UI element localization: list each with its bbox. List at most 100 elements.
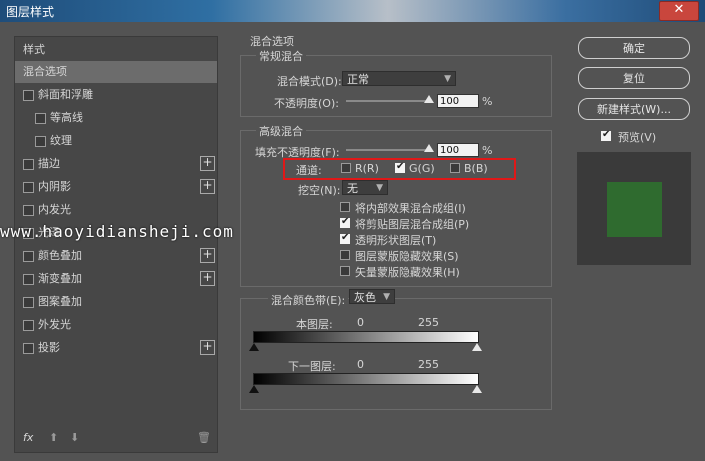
section-title-blending-options: 混合选项	[250, 35, 294, 48]
window-title: 图层样式	[6, 5, 55, 19]
advanced-blending-title: 高级混合	[256, 123, 306, 139]
add-icon[interactable]: +	[200, 340, 215, 355]
channel-r-label: R(R)	[355, 162, 379, 175]
blend-if-group	[240, 298, 552, 410]
style-checkbox[interactable]	[23, 90, 34, 101]
trash-icon[interactable]: 🗑	[197, 431, 211, 444]
style-preview	[577, 152, 691, 265]
blend-if-select[interactable]: 灰色 ▼	[349, 289, 395, 304]
preview-label: 预览(V)	[618, 131, 657, 144]
this-layer-min: 0	[357, 316, 364, 329]
style-item-label: 图案叠加	[38, 295, 82, 308]
underlying-layer-label: 下一图层:	[288, 360, 336, 373]
style-item-texture[interactable]: 纹理	[15, 130, 217, 152]
chevron-down-icon: ▼	[383, 292, 390, 302]
option-checkbox-blend-interior[interactable]	[340, 202, 350, 212]
chevron-down-icon: ▼	[376, 183, 383, 193]
style-checkbox[interactable]	[23, 182, 34, 193]
fill-opacity-unit: %	[482, 144, 493, 157]
title-bar: 图层样式 ✕	[0, 0, 705, 22]
option-checkbox-vector-mask-hides[interactable]	[340, 266, 350, 276]
option-checkbox-transparency-shapes[interactable]	[340, 232, 350, 244]
channel-r-checkbox[interactable]	[341, 163, 351, 173]
underlying-layer-max: 255	[418, 358, 439, 371]
style-list-header: 样式	[23, 43, 45, 56]
option-checkbox-layer-mask-hides[interactable]	[340, 250, 350, 260]
style-item-label: 内发光	[38, 203, 71, 216]
style-checkbox[interactable]	[35, 113, 46, 124]
new-style-button[interactable]: 新建样式(W)...	[578, 98, 690, 120]
blend-if-label: 混合颜色带(E):	[268, 292, 349, 308]
style-checkbox[interactable]	[23, 251, 34, 262]
opacity-unit: %	[482, 95, 493, 108]
close-button[interactable]: ✕	[659, 1, 699, 21]
add-icon[interactable]: +	[200, 179, 215, 194]
fill-opacity-input[interactable]: 100	[437, 143, 479, 157]
style-item-label: 等高线	[50, 111, 83, 124]
ok-button[interactable]: 确定	[578, 37, 690, 59]
option-label: 将内部效果混合成组(I)	[355, 202, 466, 215]
this-layer-label: 本图层:	[296, 318, 333, 331]
move-up-icon[interactable]: ⬆	[49, 431, 58, 444]
option-label: 将剪贴图层混合成组(P)	[355, 218, 470, 231]
style-list: 样式 混合选项 斜面和浮雕 等高线 纹理 描边 + 内阴影 + 内发光 光泽 颜…	[14, 36, 218, 453]
knockout-label: 挖空(N):	[298, 184, 341, 197]
style-item-outer-glow[interactable]: 外发光	[15, 314, 217, 336]
preview-checkbox[interactable]	[601, 129, 611, 141]
chevron-down-icon: ▼	[444, 74, 451, 84]
style-checkbox[interactable]	[23, 274, 34, 285]
opacity-slider[interactable]	[346, 100, 432, 102]
channel-b-checkbox[interactable]	[450, 163, 460, 173]
opacity-label: 不透明度(O):	[274, 97, 339, 110]
option-checkbox-blend-clipped[interactable]	[340, 216, 350, 228]
style-item-gradient-overlay[interactable]: 渐变叠加 +	[15, 268, 217, 290]
style-item-label: 渐变叠加	[38, 272, 82, 285]
this-layer-gradient	[253, 331, 479, 343]
option-label: 透明形状图层(T)	[355, 234, 437, 247]
add-icon[interactable]: +	[200, 156, 215, 171]
style-item-label: 投影	[38, 341, 60, 354]
blend-mode-label: 混合模式(D):	[277, 75, 342, 88]
move-down-icon[interactable]: ⬇	[70, 431, 79, 444]
option-label: 矢量蒙版隐藏效果(H)	[355, 266, 460, 279]
style-item-color-overlay[interactable]: 颜色叠加 +	[15, 245, 217, 267]
knockout-select[interactable]: 无 ▼	[342, 180, 388, 195]
style-list-footer: fx ⬆ ⬇ 🗑	[15, 427, 217, 451]
style-item-stroke[interactable]: 描边 +	[15, 153, 217, 175]
style-checkbox[interactable]	[23, 297, 34, 308]
underlying-layer-black-handle[interactable]	[249, 385, 259, 393]
style-checkbox[interactable]	[23, 159, 34, 170]
channel-g-checkbox[interactable]	[395, 161, 405, 173]
channels-label: 通道:	[296, 164, 322, 177]
add-icon[interactable]: +	[200, 248, 215, 263]
style-item-label: 颜色叠加	[38, 249, 82, 262]
style-checkbox[interactable]	[35, 136, 46, 147]
fill-opacity-slider-handle[interactable]	[424, 144, 434, 152]
this-layer-max: 255	[418, 316, 439, 329]
reset-button[interactable]: 复位	[578, 67, 690, 89]
this-layer-white-handle[interactable]	[472, 343, 482, 351]
style-item-blending-options[interactable]: 混合选项	[15, 61, 217, 83]
preview-swatch	[607, 182, 662, 237]
style-checkbox[interactable]	[23, 343, 34, 354]
style-checkbox[interactable]	[23, 320, 34, 331]
blend-mode-select[interactable]: 正常 ▼	[342, 71, 456, 86]
channel-g-label: G(G)	[409, 162, 435, 175]
style-item-pattern-overlay[interactable]: 图案叠加	[15, 291, 217, 313]
style-checkbox[interactable]	[23, 205, 34, 216]
style-item-bevel-emboss[interactable]: 斜面和浮雕	[15, 84, 217, 106]
opacity-slider-handle[interactable]	[424, 95, 434, 103]
option-label: 图层蒙版隐藏效果(S)	[355, 250, 459, 263]
underlying-layer-white-handle[interactable]	[472, 385, 482, 393]
add-icon[interactable]: +	[200, 271, 215, 286]
this-layer-black-handle[interactable]	[249, 343, 259, 351]
style-item-drop-shadow[interactable]: 投影 +	[15, 337, 217, 359]
style-item-contour[interactable]: 等高线	[15, 107, 217, 129]
channel-b-label: B(B)	[464, 162, 488, 175]
style-item-inner-glow[interactable]: 内发光	[15, 199, 217, 221]
fill-opacity-slider[interactable]	[346, 149, 432, 151]
opacity-input[interactable]: 100	[437, 94, 479, 108]
style-item-inner-shadow[interactable]: 内阴影 +	[15, 176, 217, 198]
fx-icon[interactable]: fx	[23, 431, 33, 444]
style-item-label: 混合选项	[23, 65, 67, 78]
